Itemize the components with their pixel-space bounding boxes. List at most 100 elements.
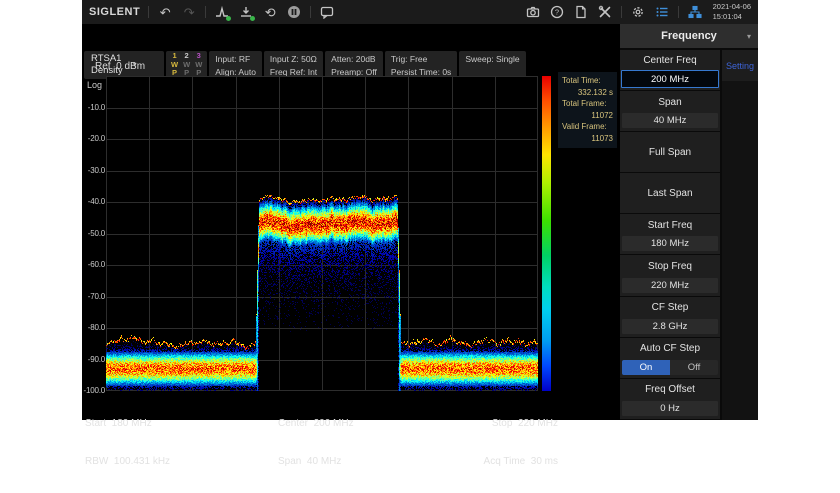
toolbar-right-group: ? 2021-04-06 15:01:04	[525, 2, 751, 22]
menu-item-label: Stop Freq	[620, 255, 720, 277]
message-icon[interactable]	[319, 4, 335, 20]
menu-item-full-span[interactable]: Full Span	[620, 132, 720, 172]
menu-item-value[interactable]: 2.8 GHz	[622, 319, 718, 334]
menu-title: Frequency	[661, 30, 717, 42]
toggle-on[interactable]: On	[622, 360, 670, 375]
trace-indicator-2: 2WP	[183, 52, 190, 78]
camera-icon[interactable]	[525, 4, 541, 20]
settings-line: Atten: 20dB	[331, 53, 377, 66]
system-gear-icon[interactable]	[630, 4, 646, 20]
separator	[678, 6, 679, 18]
toggle-off[interactable]: Off	[670, 360, 718, 375]
settings-groups: Input: RFAlign: AutoInput Z: 50ΩFreq Ref…	[209, 51, 525, 79]
trace-indicators[interactable]: 1WP2WP3WP	[166, 51, 207, 79]
scale-label: Log	[87, 80, 102, 90]
menu-item-center-freq[interactable]: Center Freq200 MHz	[620, 50, 720, 90]
footer-left: Start 180 MHz RBW 100.431 kHz	[85, 393, 170, 493]
settings-line: Trig: Free	[391, 53, 451, 66]
y-tick-label: -50.0	[80, 229, 105, 238]
chevron-down-icon: ▾	[747, 32, 751, 41]
menu-item-value[interactable]: 0 Hz	[622, 401, 718, 416]
menu-item-label: Full Span	[620, 132, 720, 172]
tools-icon[interactable]	[597, 4, 613, 20]
y-tick-label: -20.0	[80, 134, 105, 143]
separator	[205, 6, 206, 18]
menu-item-span[interactable]: Span40 MHz	[620, 91, 720, 131]
help-icon[interactable]: ?	[549, 4, 565, 20]
menu-item-label: CF Step	[620, 297, 720, 319]
time-label: 15:01:04	[713, 12, 751, 22]
file-icon[interactable]	[573, 4, 589, 20]
menu-item-auto-cf-step[interactable]: Auto CF StepOnOff	[620, 338, 720, 378]
info-value: 11072	[562, 110, 613, 122]
settings-bar: RTSA1 Density ▾ 1WP2WP3WP Input: RFAlign…	[84, 51, 526, 79]
info-label: Total Frame:	[562, 98, 613, 110]
settings-line: Input: RF	[215, 53, 256, 66]
density-colorbar	[542, 76, 551, 391]
auto-tune-icon[interactable]	[214, 4, 230, 20]
toolbar: SIGLENT ↶ ↷ ⟲ ? 2021-04-06 15:01:04	[82, 0, 758, 24]
spectrum-density-canvas[interactable]	[106, 76, 538, 391]
separator	[621, 6, 622, 18]
rbw-label: RBW 100.431 kHz	[85, 456, 170, 469]
info-row: Valid Frame:11073	[562, 121, 613, 144]
list-icon[interactable]	[654, 4, 670, 20]
menu-item-start-freq[interactable]: Start Freq180 MHz	[620, 214, 720, 254]
tab-setting[interactable]: Setting	[722, 50, 758, 81]
ref-level-label: Ref 0 dBm	[95, 61, 145, 72]
side-strip: Setting	[722, 50, 758, 420]
undo-icon[interactable]: ↶	[157, 4, 173, 20]
y-tick-label: -40.0	[80, 197, 105, 206]
menu-item-label: Center Freq	[620, 50, 720, 70]
toolbar-right-icons: ?	[525, 4, 703, 20]
span-label: Span 40 MHz	[278, 456, 354, 469]
save-icon[interactable]	[238, 4, 254, 20]
menu-item-label: Last Span	[620, 173, 720, 213]
pause-icon[interactable]	[286, 4, 302, 20]
info-value: 11073	[562, 133, 613, 145]
settings-group-4[interactable]: Sweep: Single	[459, 51, 525, 79]
brand-logo: SIGLENT	[89, 6, 140, 18]
info-label: Valid Frame:	[562, 121, 613, 133]
separator	[148, 6, 149, 18]
y-tick-label: -70.0	[80, 292, 105, 301]
trace-indicator-1: 1WP	[171, 52, 178, 78]
menu-item-label: Start Freq	[620, 214, 720, 236]
separator	[310, 6, 311, 18]
menu-item-cf-step[interactable]: CF Step2.8 GHz	[620, 297, 720, 337]
y-tick-label: -80.0	[80, 323, 105, 332]
menu-item-value[interactable]: 40 MHz	[622, 113, 718, 128]
settings-group-1[interactable]: Input Z: 50ΩFreq Ref: Int	[264, 51, 323, 79]
settings-group-0[interactable]: Input: RFAlign: Auto	[209, 51, 262, 79]
menu-item-freq-offset[interactable]: Freq Offset0 Hz	[620, 379, 720, 419]
toolbar-left-icons: ↶ ↷ ⟲	[157, 4, 335, 20]
menu-item-label: Auto CF Step	[620, 338, 720, 360]
toolbar-left-group: SIGLENT ↶ ↷ ⟲	[89, 4, 335, 20]
settings-line: Sweep: Single	[465, 53, 519, 66]
settings-group-2[interactable]: Atten: 20dBPreamp: Off	[325, 51, 383, 79]
history-icon[interactable]: ⟲	[262, 4, 278, 20]
menu-item-value[interactable]: 220 MHz	[622, 278, 718, 293]
acq-time-label: Acq Time 30 ms	[484, 456, 558, 469]
info-label: Total Time:	[562, 75, 613, 87]
menu-item-value[interactable]: 200 MHz	[621, 70, 719, 88]
network-icon[interactable]	[687, 4, 703, 20]
footer-center: Center 200 MHz Span 40 MHz	[278, 393, 354, 493]
menu-item-last-span[interactable]: Last Span	[620, 173, 720, 213]
screenshot-stage: SIGLENT ↶↷⟲ ? 2021-04-06 15:01:04 RTSA1 …	[0, 0, 840, 420]
menu-item-stop-freq[interactable]: Stop Freq220 MHz	[620, 255, 720, 295]
info-row: Total Time:332.132 s	[562, 75, 613, 98]
frame-info-panel: Total Time:332.132 sTotal Frame:11072Val…	[558, 72, 617, 148]
settings-group-3[interactable]: Trig: FreePersist Time: 0s	[385, 51, 457, 79]
menu-item-value[interactable]: 180 MHz	[622, 236, 718, 251]
y-tick-label: -60.0	[80, 260, 105, 269]
y-tick-label: -90.0	[80, 355, 105, 364]
menu-header[interactable]: Frequency ▾	[620, 24, 758, 48]
datetime: 2021-04-06 15:01:04	[713, 2, 751, 22]
info-value: 332.132 s	[562, 87, 613, 99]
auto-cf-step-toggle[interactable]: OnOff	[622, 360, 718, 375]
redo-icon[interactable]: ↷	[181, 4, 197, 20]
footer-right: Stop 220 MHz Acq Time 30 ms	[484, 393, 558, 493]
spectrum-analyzer-ui: SIGLENT ↶↷⟲ ? 2021-04-06 15:01:04 RTSA1 …	[82, 0, 758, 420]
frequency-menu-panel: Frequency ▾ Center Freq200 MHzSpan40 MHz…	[620, 24, 758, 420]
